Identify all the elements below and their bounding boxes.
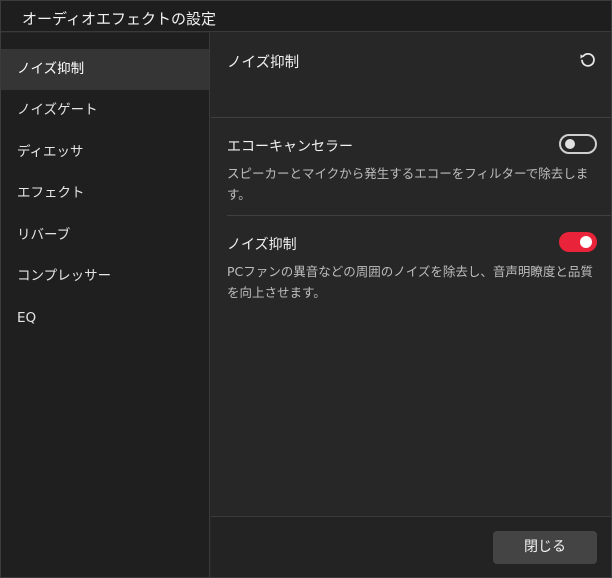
sidebar-item-reverb[interactable]: リバーブ — [1, 215, 209, 256]
toggle-knob — [580, 236, 592, 248]
window-title: オーディオエフェクトの設定 — [22, 10, 216, 28]
sidebar-item-effects[interactable]: エフェクト — [1, 173, 209, 214]
sidebar: ノイズ抑制 ノイズゲート ディエッサ エフェクト リバーブ コンプレッサー EQ — [1, 33, 210, 577]
noise-suppression-description: PCファンの異音などの周囲のノイズを除去し、音声明瞭度と品質を向上させます。 — [227, 264, 593, 300]
close-button[interactable]: 閉じる — [493, 531, 597, 564]
sidebar-item-noise-gate[interactable]: ノイズゲート — [1, 90, 209, 131]
toggle-knob — [565, 139, 575, 149]
echo-canceller-label: エコーキャンセラー — [227, 139, 353, 155]
noise-suppression-toggle[interactable] — [559, 232, 597, 252]
echo-canceller-toggle[interactable] — [559, 134, 597, 154]
sidebar-item-noise-suppression[interactable]: ノイズ抑制 — [1, 49, 209, 90]
reset-icon[interactable] — [577, 49, 599, 71]
noise-suppression-label: ノイズ抑制 — [227, 237, 297, 253]
section-divider — [211, 117, 611, 118]
sidebar-item-compressor[interactable]: コンプレッサー — [1, 256, 209, 297]
footer: 閉じる — [211, 516, 611, 577]
sidebar-item-eq[interactable]: EQ — [1, 298, 209, 339]
section-title: ノイズ抑制 — [227, 55, 300, 71]
settings-panel: ノイズ抑制 エコーキャンセラー スピーカーとマイクから発生するエコーをフィルター… — [211, 33, 611, 577]
echo-canceller-description: スピーカーとマイクから発生するエコーをフィルターで除去します。 — [227, 166, 589, 202]
audio-effects-window: オーディオエフェクトの設定 ノイズ抑制 ノイズゲート ディエッサ エフェクト リ… — [0, 0, 612, 578]
setting-divider — [227, 215, 611, 216]
sidebar-item-deesser[interactable]: ディエッサ — [1, 132, 209, 173]
title-bar: オーディオエフェクトの設定 — [1, 1, 611, 32]
